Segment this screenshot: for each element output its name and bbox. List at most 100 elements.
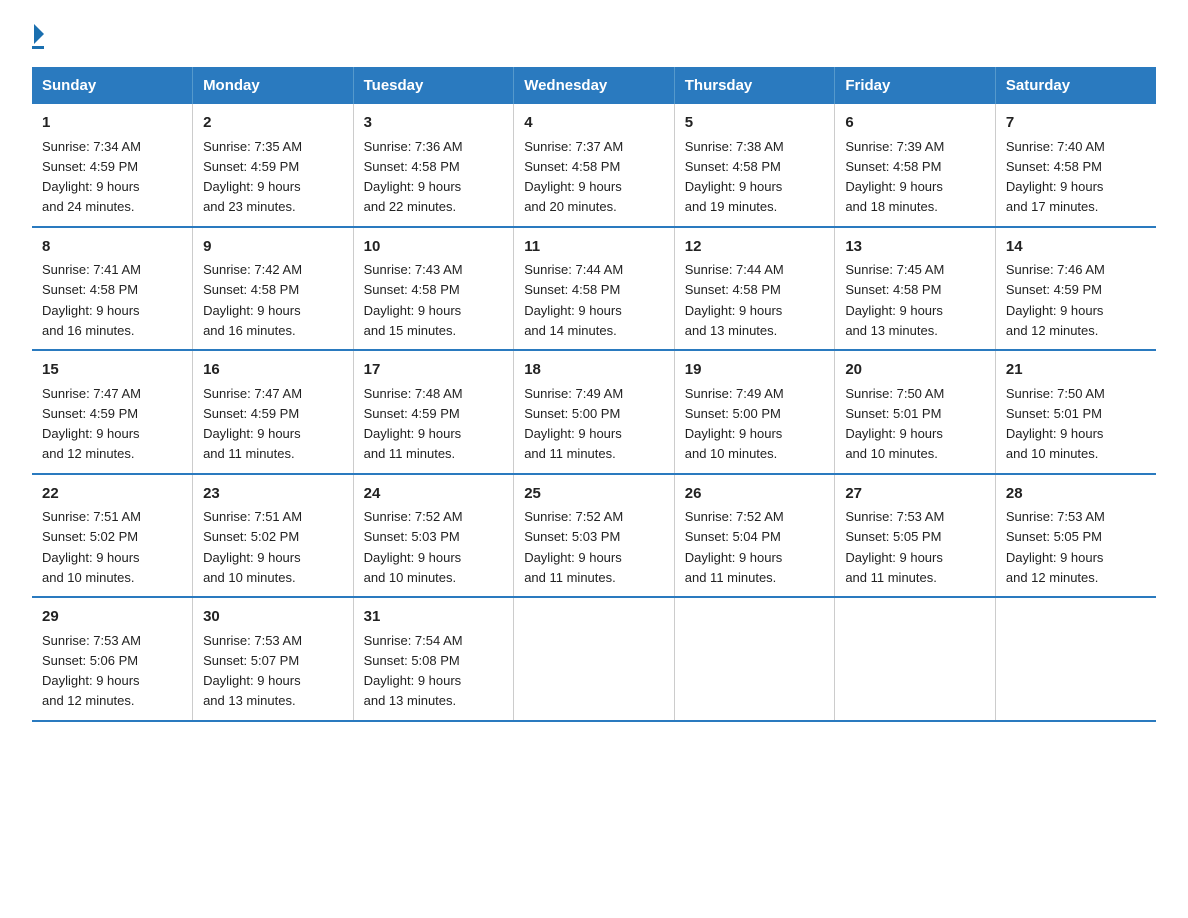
day-number: 7 bbox=[1006, 112, 1146, 135]
col-header-monday: Monday bbox=[193, 67, 354, 104]
day-info: Sunrise: 7:50 AMSunset: 5:01 PMDaylight:… bbox=[845, 386, 944, 462]
day-number: 17 bbox=[364, 359, 504, 382]
calendar-cell: 7 Sunrise: 7:40 AMSunset: 4:58 PMDaylight… bbox=[995, 104, 1156, 227]
calendar-cell bbox=[674, 597, 835, 721]
day-info: Sunrise: 7:41 AMSunset: 4:58 PMDaylight:… bbox=[42, 262, 141, 338]
calendar-cell: 29Sunrise: 7:53 AMSunset: 5:06 PMDayligh… bbox=[32, 597, 193, 721]
day-info: Sunrise: 7:46 AMSunset: 4:59 PMDaylight:… bbox=[1006, 262, 1105, 338]
day-info: Sunrise: 7:37 AMSunset: 4:58 PMDaylight:… bbox=[524, 139, 623, 215]
day-number: 19 bbox=[685, 359, 825, 382]
calendar-cell: 13Sunrise: 7:45 AMSunset: 4:58 PMDayligh… bbox=[835, 227, 996, 351]
day-number: 31 bbox=[364, 606, 504, 629]
day-number: 23 bbox=[203, 483, 343, 506]
calendar-cell: 11 Sunrise: 7:44 AMSunset: 4:58 PMDayligh… bbox=[514, 227, 675, 351]
calendar-cell: 9 Sunrise: 7:42 AMSunset: 4:58 PMDaylight… bbox=[193, 227, 354, 351]
calendar-cell: 16 Sunrise: 7:47 AMSunset: 4:59 PMDayligh… bbox=[193, 350, 354, 474]
calendar-cell: 6 Sunrise: 7:39 AMSunset: 4:58 PMDaylight… bbox=[835, 104, 996, 227]
calendar-cell bbox=[995, 597, 1156, 721]
calendar-cell: 24 Sunrise: 7:52 AMSunset: 5:03 PMDayligh… bbox=[353, 474, 514, 598]
calendar-cell: 20 Sunrise: 7:50 AMSunset: 5:01 PMDayligh… bbox=[835, 350, 996, 474]
day-info: Sunrise: 7:53 AMSunset: 5:05 PMDaylight:… bbox=[845, 509, 944, 585]
day-number: 10 bbox=[364, 236, 504, 259]
day-info: Sunrise: 7:52 AMSunset: 5:03 PMDaylight:… bbox=[524, 509, 623, 585]
day-info: Sunrise: 7:52 AMSunset: 5:03 PMDaylight:… bbox=[364, 509, 463, 585]
day-info: Sunrise: 7:45 AMSunset: 4:58 PMDaylight:… bbox=[845, 262, 944, 338]
calendar-week-row: 29Sunrise: 7:53 AMSunset: 5:06 PMDayligh… bbox=[32, 597, 1156, 721]
calendar-week-row: 1Sunrise: 7:34 AMSunset: 4:59 PMDaylight… bbox=[32, 104, 1156, 227]
day-info: Sunrise: 7:48 AMSunset: 4:59 PMDaylight:… bbox=[364, 386, 463, 462]
calendar-cell bbox=[514, 597, 675, 721]
calendar-cell: 2 Sunrise: 7:35 AMSunset: 4:59 PMDaylight… bbox=[193, 104, 354, 227]
day-number: 12 bbox=[685, 236, 825, 259]
calendar-cell: 22 Sunrise: 7:51 AMSunset: 5:02 PMDayligh… bbox=[32, 474, 193, 598]
calendar-cell: 15Sunrise: 7:47 AMSunset: 4:59 PMDayligh… bbox=[32, 350, 193, 474]
day-number: 30 bbox=[203, 606, 343, 629]
day-number: 16 bbox=[203, 359, 343, 382]
day-info: Sunrise: 7:44 AMSunset: 4:58 PMDaylight:… bbox=[685, 262, 784, 338]
day-info: Sunrise: 7:38 AMSunset: 4:58 PMDaylight:… bbox=[685, 139, 784, 215]
day-info: Sunrise: 7:35 AMSunset: 4:59 PMDaylight:… bbox=[203, 139, 302, 215]
calendar-cell: 31 Sunrise: 7:54 AMSunset: 5:08 PMDayligh… bbox=[353, 597, 514, 721]
calendar-cell: 1Sunrise: 7:34 AMSunset: 4:59 PMDaylight… bbox=[32, 104, 193, 227]
day-number: 2 bbox=[203, 112, 343, 135]
calendar-table: SundayMondayTuesdayWednesdayThursdayFrid… bbox=[32, 67, 1156, 722]
calendar-cell: 14 Sunrise: 7:46 AMSunset: 4:59 PMDayligh… bbox=[995, 227, 1156, 351]
logo-triangle-icon bbox=[34, 24, 44, 44]
col-header-sunday: Sunday bbox=[32, 67, 193, 104]
day-info: Sunrise: 7:43 AMSunset: 4:58 PMDaylight:… bbox=[364, 262, 463, 338]
calendar-cell: 28 Sunrise: 7:53 AMSunset: 5:05 PMDayligh… bbox=[995, 474, 1156, 598]
day-info: Sunrise: 7:36 AMSunset: 4:58 PMDaylight:… bbox=[364, 139, 463, 215]
calendar-week-row: 8Sunrise: 7:41 AMSunset: 4:58 PMDaylight… bbox=[32, 227, 1156, 351]
logo-underline bbox=[32, 46, 44, 49]
day-info: Sunrise: 7:42 AMSunset: 4:58 PMDaylight:… bbox=[203, 262, 302, 338]
day-number: 21 bbox=[1006, 359, 1146, 382]
calendar-cell: 3Sunrise: 7:36 AMSunset: 4:58 PMDaylight… bbox=[353, 104, 514, 227]
day-info: Sunrise: 7:50 AMSunset: 5:01 PMDaylight:… bbox=[1006, 386, 1105, 462]
day-number: 28 bbox=[1006, 483, 1146, 506]
logo bbox=[32, 24, 44, 49]
day-info: Sunrise: 7:40 AMSunset: 4:58 PMDaylight:… bbox=[1006, 139, 1105, 215]
day-info: Sunrise: 7:54 AMSunset: 5:08 PMDaylight:… bbox=[364, 633, 463, 709]
calendar-header-row: SundayMondayTuesdayWednesdayThursdayFrid… bbox=[32, 67, 1156, 104]
day-info: Sunrise: 7:47 AMSunset: 4:59 PMDaylight:… bbox=[203, 386, 302, 462]
calendar-week-row: 22 Sunrise: 7:51 AMSunset: 5:02 PMDayligh… bbox=[32, 474, 1156, 598]
day-number: 6 bbox=[845, 112, 985, 135]
calendar-cell bbox=[835, 597, 996, 721]
day-info: Sunrise: 7:53 AMSunset: 5:07 PMDaylight:… bbox=[203, 633, 302, 709]
day-number: 20 bbox=[845, 359, 985, 382]
calendar-cell: 8Sunrise: 7:41 AMSunset: 4:58 PMDaylight… bbox=[32, 227, 193, 351]
day-number: 9 bbox=[203, 236, 343, 259]
day-info: Sunrise: 7:34 AMSunset: 4:59 PMDaylight:… bbox=[42, 139, 141, 215]
col-header-tuesday: Tuesday bbox=[353, 67, 514, 104]
day-number: 29 bbox=[42, 606, 182, 629]
day-number: 14 bbox=[1006, 236, 1146, 259]
day-number: 18 bbox=[524, 359, 664, 382]
col-header-wednesday: Wednesday bbox=[514, 67, 675, 104]
day-number: 11 bbox=[524, 236, 664, 259]
calendar-cell: 12 Sunrise: 7:44 AMSunset: 4:58 PMDayligh… bbox=[674, 227, 835, 351]
calendar-week-row: 15Sunrise: 7:47 AMSunset: 4:59 PMDayligh… bbox=[32, 350, 1156, 474]
day-info: Sunrise: 7:51 AMSunset: 5:02 PMDaylight:… bbox=[203, 509, 302, 585]
calendar-cell: 5Sunrise: 7:38 AMSunset: 4:58 PMDaylight… bbox=[674, 104, 835, 227]
page-header bbox=[32, 24, 1156, 49]
day-info: Sunrise: 7:44 AMSunset: 4:58 PMDaylight:… bbox=[524, 262, 623, 338]
calendar-cell: 23 Sunrise: 7:51 AMSunset: 5:02 PMDayligh… bbox=[193, 474, 354, 598]
day-info: Sunrise: 7:39 AMSunset: 4:58 PMDaylight:… bbox=[845, 139, 944, 215]
calendar-cell: 17 Sunrise: 7:48 AMSunset: 4:59 PMDayligh… bbox=[353, 350, 514, 474]
day-info: Sunrise: 7:52 AMSunset: 5:04 PMDaylight:… bbox=[685, 509, 784, 585]
day-number: 4 bbox=[524, 112, 664, 135]
day-info: Sunrise: 7:49 AMSunset: 5:00 PMDaylight:… bbox=[524, 386, 623, 462]
day-number: 24 bbox=[364, 483, 504, 506]
day-info: Sunrise: 7:51 AMSunset: 5:02 PMDaylight:… bbox=[42, 509, 141, 585]
day-number: 22 bbox=[42, 483, 182, 506]
col-header-friday: Friday bbox=[835, 67, 996, 104]
day-number: 25 bbox=[524, 483, 664, 506]
day-info: Sunrise: 7:53 AMSunset: 5:05 PMDaylight:… bbox=[1006, 509, 1105, 585]
day-number: 27 bbox=[845, 483, 985, 506]
calendar-cell: 19Sunrise: 7:49 AMSunset: 5:00 PMDayligh… bbox=[674, 350, 835, 474]
calendar-cell: 18 Sunrise: 7:49 AMSunset: 5:00 PMDayligh… bbox=[514, 350, 675, 474]
calendar-cell: 4 Sunrise: 7:37 AMSunset: 4:58 PMDaylight… bbox=[514, 104, 675, 227]
day-info: Sunrise: 7:47 AMSunset: 4:59 PMDaylight:… bbox=[42, 386, 141, 462]
col-header-thursday: Thursday bbox=[674, 67, 835, 104]
col-header-saturday: Saturday bbox=[995, 67, 1156, 104]
